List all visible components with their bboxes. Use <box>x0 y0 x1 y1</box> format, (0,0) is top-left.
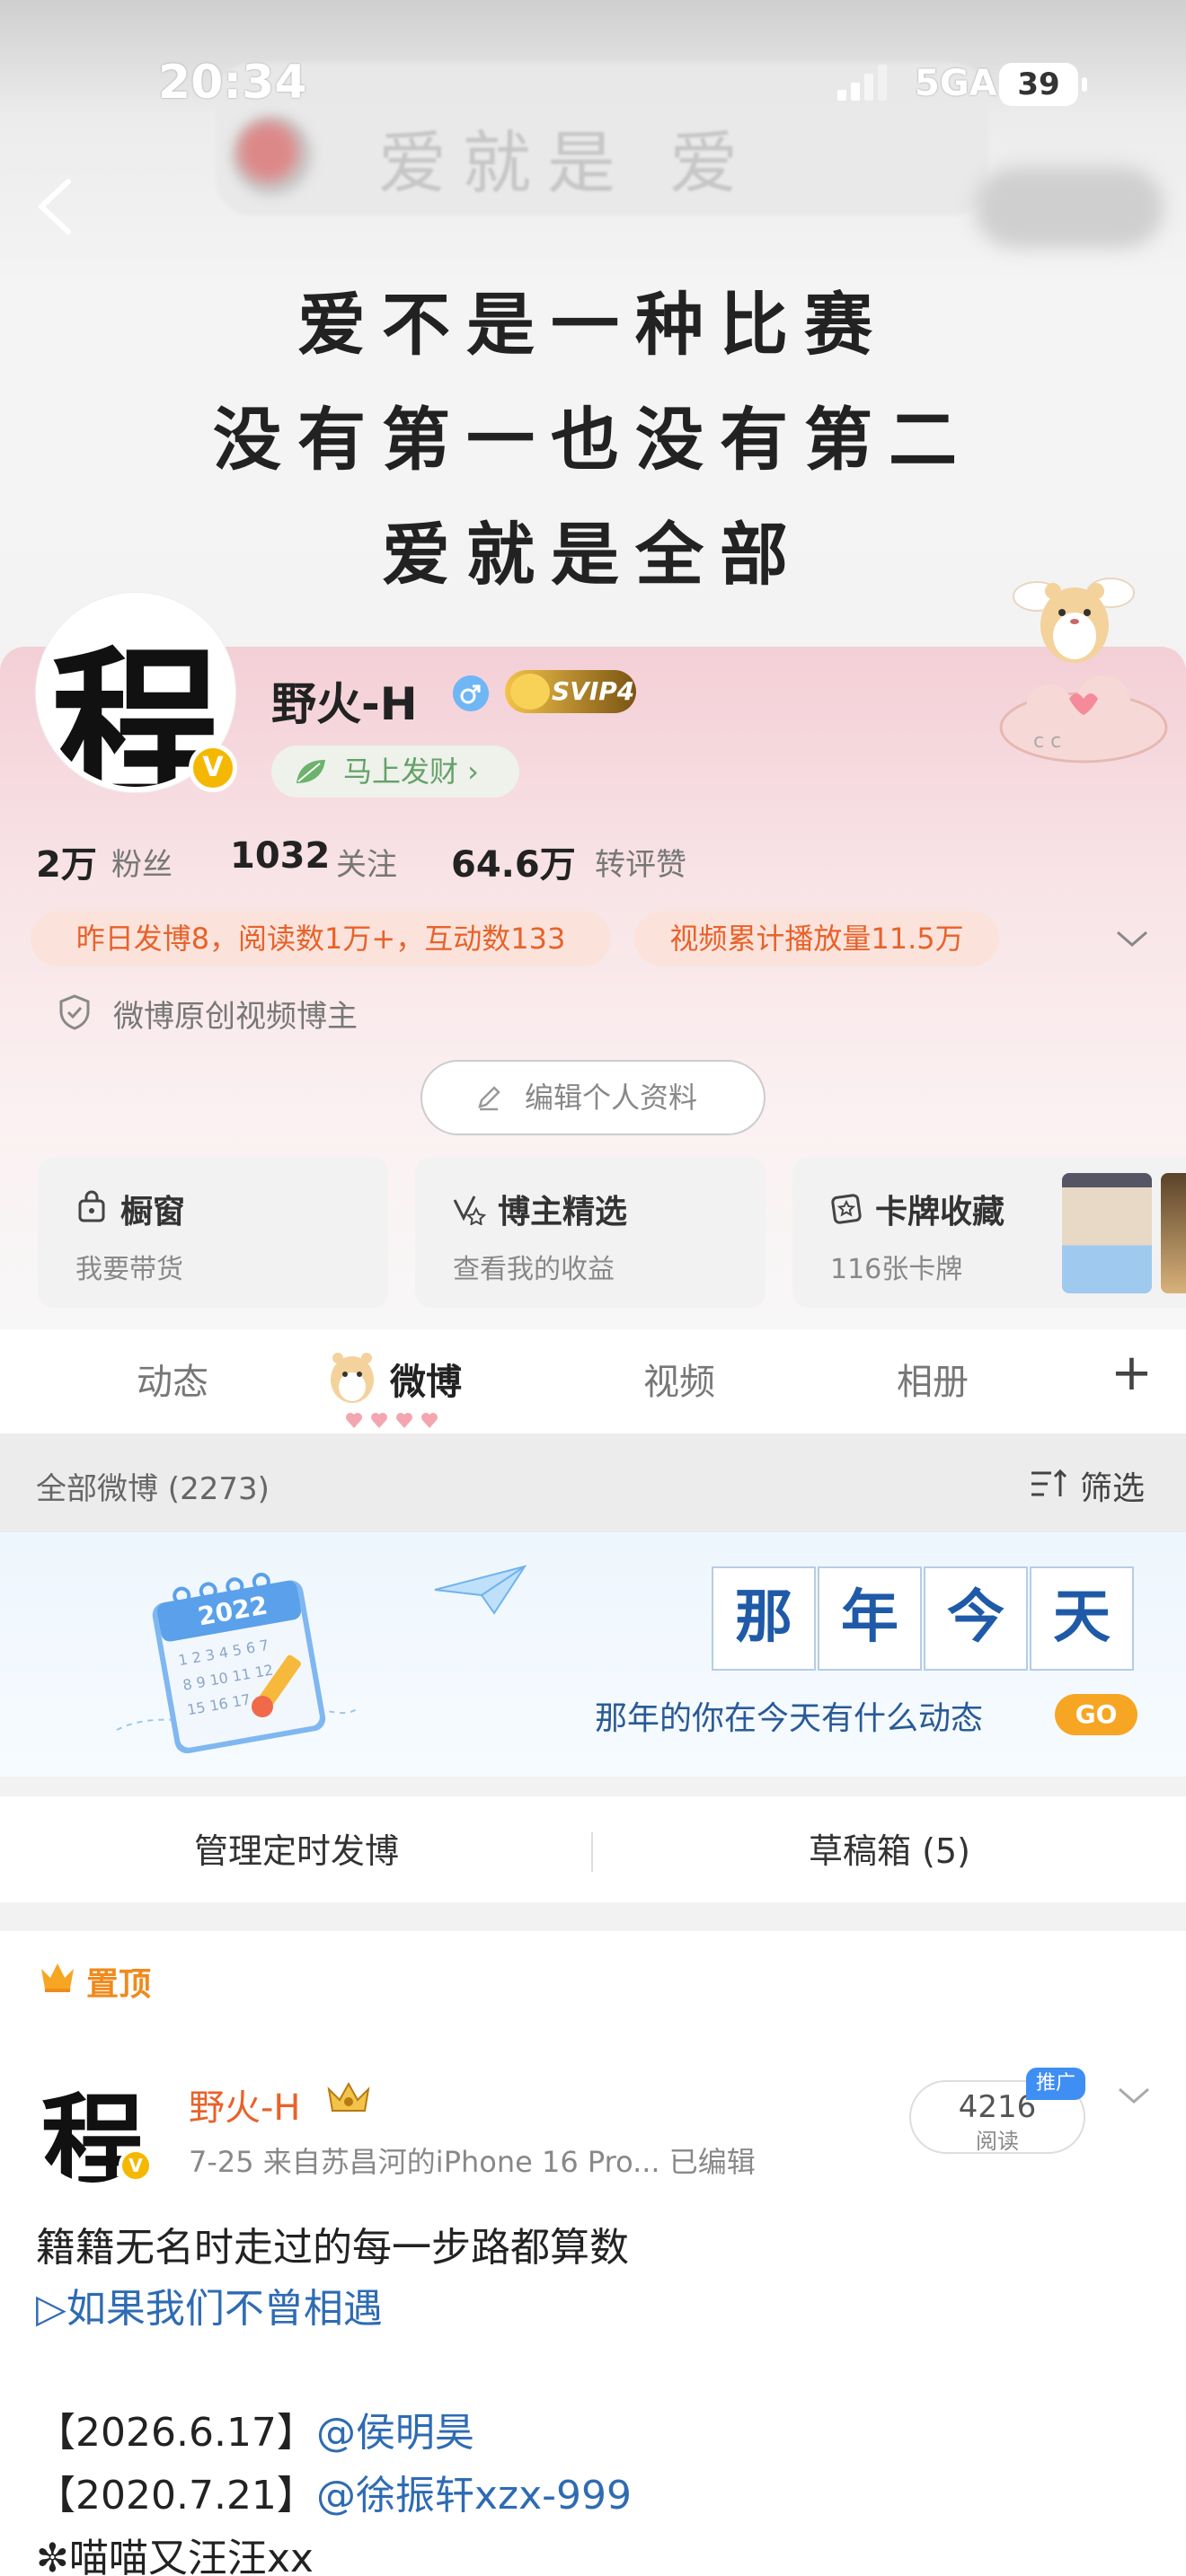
video-views-tag[interactable]: 视频累计播放量11.5万 <box>634 911 999 966</box>
shield-icon <box>59 994 90 1030</box>
username: 野火-H <box>271 678 418 730</box>
cover-text-line: 没有第一也没有第二 <box>213 400 973 480</box>
interactions-count[interactable]: 64.6万 <box>451 835 576 887</box>
tab-video[interactable]: 视频 <box>643 1353 715 1405</box>
hearts-icon <box>346 1413 438 1428</box>
verification-text: 微博原创视频博主 <box>113 999 358 1035</box>
fortune-label: 马上发财 › <box>343 754 479 789</box>
weibo-count-label: 全部微博 (2273) <box>36 1471 270 1507</box>
calendar-icon: 2022 1 2 3 4 5 6 7 8 9 10 11 12 15 16 17 <box>116 1573 359 1754</box>
card-title: 卡牌收藏 <box>875 1194 1005 1231</box>
go-button[interactable]: GO <box>1055 1694 1137 1735</box>
card-selected[interactable]: 博主精选 查看我的收益 <box>415 1157 766 1308</box>
post-meta: 7-25 来自苏昌河的iPhone 16 Pro... 已编辑 <box>189 2145 756 2179</box>
post-text-line: 【2020.7.21】@徐振轩xzx-999 <box>36 2463 632 2520</box>
banner-caption: 那年的你在今天有什么动态 <box>595 1700 984 1737</box>
interactions-label: 转评赞 <box>595 847 686 883</box>
network-label: 5GA <box>915 63 997 104</box>
signal-icon <box>837 65 887 101</box>
post-text-line: ✼喵喵又汪汪xx <box>36 2536 314 2576</box>
mention-link[interactable]: @徐振轩xzx-999 <box>316 2473 632 2519</box>
card-title: 橱窗 <box>120 1194 186 1231</box>
fans-label: 粉丝 <box>111 847 173 883</box>
cover-text-line: 爱不是一种比赛 <box>297 285 889 365</box>
title-grid-char: 那 <box>712 1566 816 1671</box>
svip-label: SVIP4 <box>552 676 635 706</box>
card-subtitle: 我要带货 <box>75 1254 183 1285</box>
leaf-icon <box>296 760 325 783</box>
card-subtitle: 116张卡牌 <box>830 1254 963 1285</box>
hamster-sticker-icon <box>1013 578 1135 663</box>
yesterday-stats-tag[interactable]: 昨日发博8，阅读数1万+，互动数133 <box>31 911 611 966</box>
filter-sort-icon <box>1031 1469 1067 1496</box>
promote-badge[interactable]: 推广 <box>1026 2068 1085 2100</box>
pinned-label: 置顶 <box>86 1966 152 2003</box>
title-grid-char: 天 <box>1030 1566 1134 1671</box>
edit-profile-button[interactable]: 编辑个人资料 <box>420 1060 766 1135</box>
svip-badge[interactable]: SVIP4 <box>505 670 636 713</box>
male-gender-icon <box>453 675 489 711</box>
add-tab-button[interactable]: + <box>1111 1344 1153 1402</box>
chevron-down-icon[interactable] <box>1114 2082 1154 2109</box>
back-button[interactable] <box>31 178 81 235</box>
vip-crown-icon <box>327 2081 370 2112</box>
card-icon <box>831 1194 862 1224</box>
fans-count[interactable]: 2万 <box>36 835 97 887</box>
date-prefix: 【2026.6.17】 <box>36 2410 316 2456</box>
post-link[interactable]: ▷如果我们不曾相遇 <box>36 2276 383 2333</box>
following-label: 关注 <box>336 847 397 883</box>
card-thumbnail <box>1062 1173 1152 1293</box>
pencil-icon <box>478 1086 500 1111</box>
fortune-button[interactable]: 马上发财 › <box>271 745 519 798</box>
verified-badge-icon: V <box>119 2148 153 2183</box>
filter-button[interactable]: 筛选 <box>1030 1462 1145 1509</box>
svg-text:c c: c c <box>1033 730 1061 753</box>
title-grid-char: 今 <box>924 1566 1028 1671</box>
hamster-icon <box>331 1353 374 1403</box>
edit-profile-label: 编辑个人资料 <box>524 1081 697 1115</box>
card-thumbnail <box>1161 1173 1186 1293</box>
date-prefix: 【2020.7.21】 <box>36 2473 316 2519</box>
shop-bag-icon <box>78 1190 105 1222</box>
tab-activity[interactable]: 动态 <box>137 1353 208 1405</box>
cloud-sticker-icon: c c <box>999 675 1168 763</box>
post-text-line: 籍籍无名时走过的每一步路都算数 <box>36 2225 629 2271</box>
blurred-avatar <box>232 115 313 196</box>
cover-text-line: 爱就是全部 <box>382 515 804 595</box>
mention-link[interactable]: @侯明昊 <box>316 2410 474 2456</box>
tab-album[interactable]: 相册 <box>897 1353 969 1405</box>
following-count[interactable]: 1032 <box>230 835 330 877</box>
verified-badge-icon: V <box>189 744 237 792</box>
status-time: 20:34 <box>158 56 307 110</box>
filter-label: 筛选 <box>1080 1470 1146 1507</box>
battery-icon: 39 <box>999 63 1087 106</box>
title-grid-char: 年 <box>818 1566 922 1671</box>
crown-icon <box>41 1963 74 1992</box>
card-subtitle: 查看我的收益 <box>453 1254 615 1285</box>
card-showcase[interactable]: 橱窗 我要带货 <box>38 1157 388 1308</box>
drafts-button[interactable]: 草稿箱 (5) <box>593 1823 1186 1873</box>
check-star-icon <box>453 1195 487 1225</box>
card-title: 博主精选 <box>498 1194 628 1231</box>
chevron-down-icon[interactable] <box>1112 925 1152 952</box>
blurred-text: 爱就是 爱 <box>377 123 755 203</box>
crown-icon <box>510 674 550 710</box>
blurred-button <box>975 167 1164 248</box>
post-author[interactable]: 野火-H <box>189 2078 301 2130</box>
scheduled-posts-button[interactable]: 管理定时发博 <box>0 1823 593 1873</box>
post-text-line: 【2026.6.17】@侯明昊 <box>36 2400 474 2457</box>
tab-weibo[interactable]: 微博 <box>390 1353 462 1405</box>
read-label: 阅读 <box>976 2129 1019 2154</box>
profile-tabs: 动态 微博 视频 相册 + <box>0 1329 1186 1434</box>
paper-plane-icon <box>434 1565 527 1615</box>
